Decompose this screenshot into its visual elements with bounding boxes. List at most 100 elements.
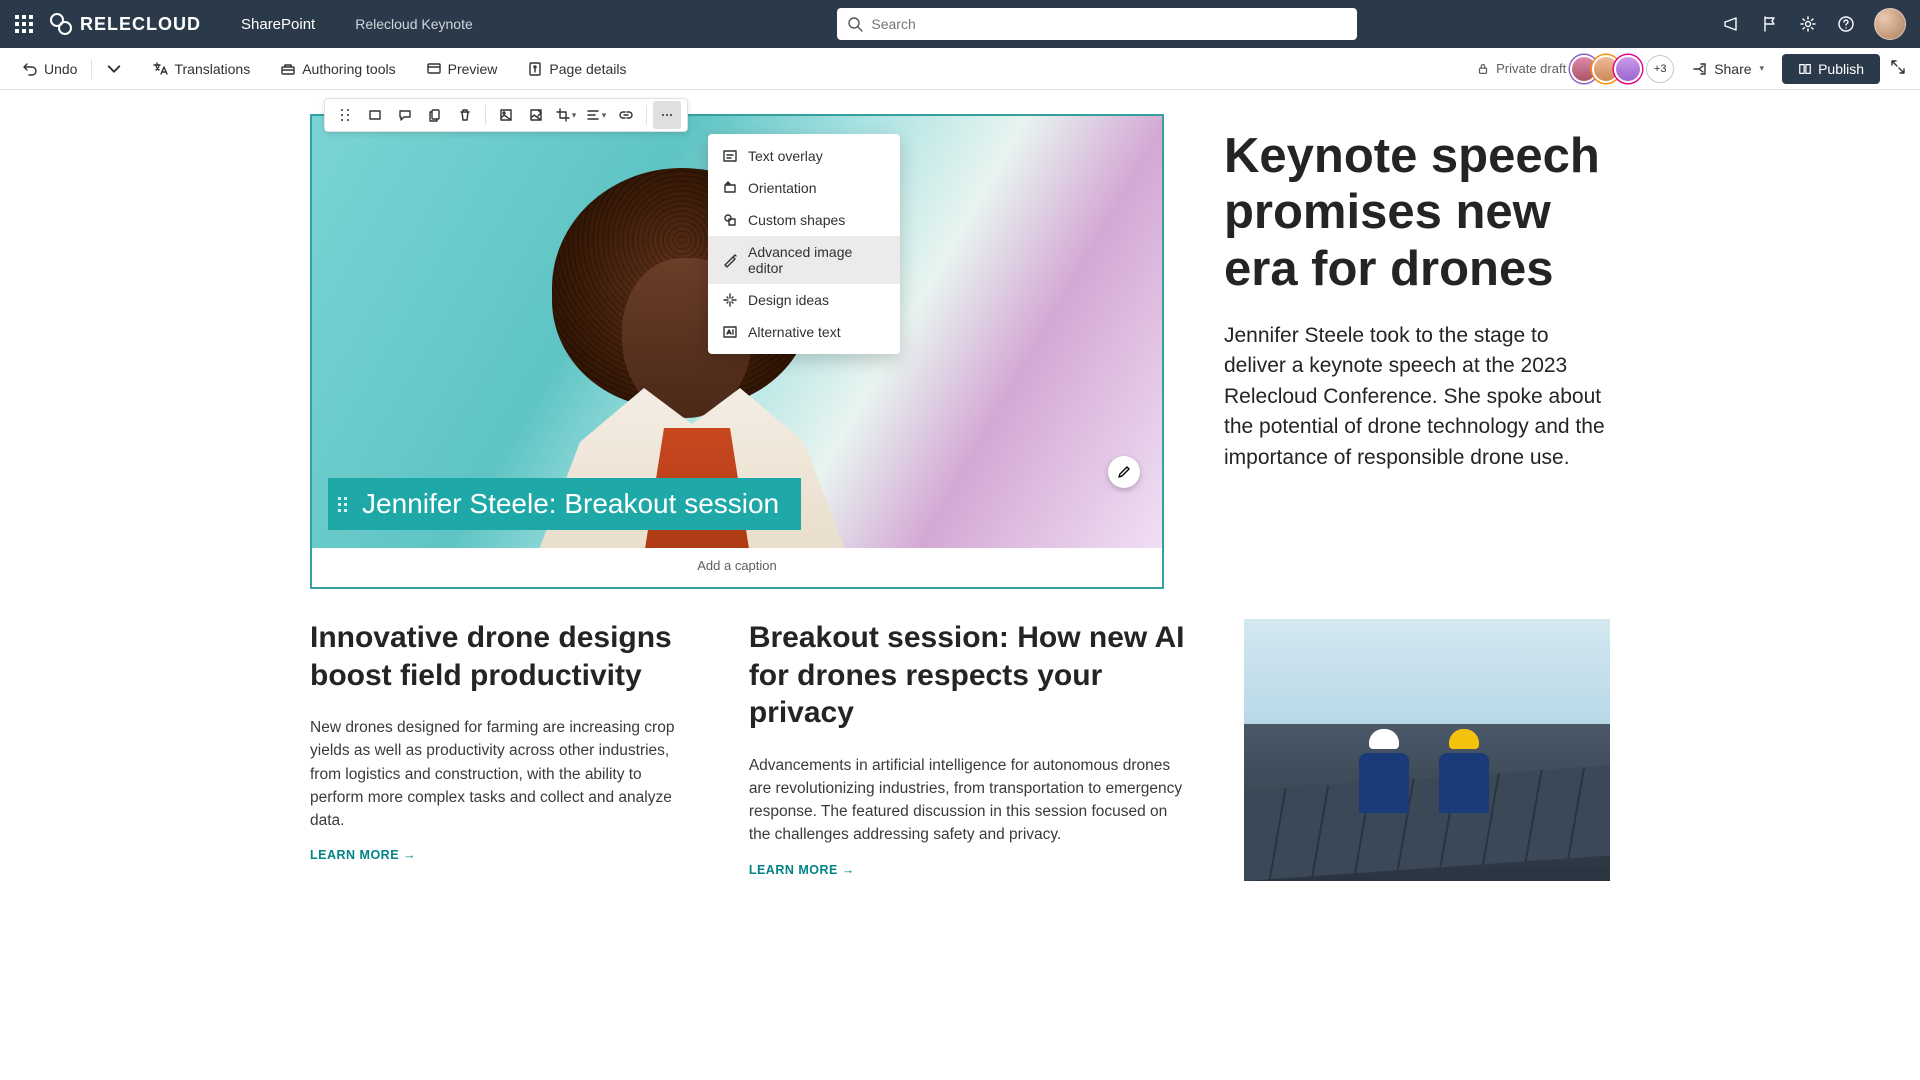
comment-button[interactable] <box>391 101 419 129</box>
image-icon <box>499 108 513 122</box>
menu-label: Custom shapes <box>748 212 845 228</box>
presence-overflow[interactable]: +3 <box>1646 55 1674 83</box>
breadcrumb[interactable]: Relecloud Keynote <box>355 16 473 32</box>
image-toolbar: ▾ ▾ <box>324 98 688 132</box>
alt-text-icon <box>722 324 738 340</box>
translations-button[interactable]: Translations <box>144 57 258 81</box>
publish-icon <box>1798 62 1812 76</box>
align-button[interactable]: ▾ <box>582 101 610 129</box>
search-box[interactable] <box>837 8 1357 40</box>
menu-design-ideas[interactable]: Design ideas <box>708 284 900 316</box>
image-replace-button[interactable] <box>522 101 550 129</box>
authoring-label: Authoring tools <box>302 61 395 77</box>
crop-button[interactable]: ▾ <box>552 101 580 129</box>
rectangle-button[interactable] <box>361 101 389 129</box>
page-details-button[interactable]: Page details <box>519 57 634 81</box>
menu-alt-text[interactable]: Alternative text <box>708 316 900 348</box>
align-icon <box>586 108 600 122</box>
menu-advanced-editor[interactable]: Advanced image editor <box>708 236 900 284</box>
user-avatar[interactable] <box>1874 8 1906 40</box>
brand-text: RELECLOUD <box>80 14 201 35</box>
menu-label: Alternative text <box>748 324 841 340</box>
waffle-icon <box>15 15 33 33</box>
duplicate-icon <box>428 108 442 122</box>
drag-handle[interactable] <box>331 101 359 129</box>
share-button[interactable]: Share ▾ <box>1684 57 1772 81</box>
separator <box>646 105 647 125</box>
menu-custom-shapes[interactable]: Custom shapes <box>708 204 900 236</box>
draft-status: Private draft <box>1476 61 1566 76</box>
side-image[interactable] <box>1244 619 1610 881</box>
text-overlay-icon <box>722 148 738 164</box>
brand-logo[interactable]: RELECLOUD <box>50 13 201 35</box>
trash-icon <box>458 108 472 122</box>
undo-label: Undo <box>44 61 77 77</box>
search-wrap <box>473 8 1722 40</box>
text-overlay[interactable]: Jennifer Steele: Breakout session <box>328 478 801 530</box>
preview-icon <box>426 61 442 77</box>
overlay-grip-icon[interactable] <box>338 497 347 512</box>
presence-avatar-3[interactable] <box>1614 55 1642 83</box>
chevron-down-icon <box>106 61 122 77</box>
col2-learn-more-link[interactable]: LEARN MORE → <box>749 863 1185 877</box>
expand-button[interactable] <box>1890 59 1906 78</box>
product-name[interactable]: SharePoint <box>241 16 315 33</box>
undo-split-chevron[interactable] <box>98 57 130 81</box>
search-icon <box>847 16 863 32</box>
duplicate-button[interactable] <box>421 101 449 129</box>
publish-label: Publish <box>1818 61 1864 77</box>
rectangle-icon <box>368 108 382 122</box>
preview-label: Preview <box>448 61 498 77</box>
link-button[interactable] <box>612 101 640 129</box>
menu-label: Orientation <box>748 180 816 196</box>
image-webpart: ▾ ▾ Text overlay Orientation <box>310 114 1164 589</box>
overlay-text: Jennifer Steele: Breakout session <box>362 488 779 520</box>
app-launcher-icon[interactable] <box>8 8 40 40</box>
megaphone-icon[interactable] <box>1722 14 1742 34</box>
chevron-down-icon: ▾ <box>602 110 607 121</box>
relecloud-icon <box>50 13 72 35</box>
expand-icon <box>1890 59 1906 75</box>
menu-text-overlay[interactable]: Text overlay <box>708 140 900 172</box>
row-2: Innovative drone designs boost field pro… <box>310 619 1610 881</box>
flag-icon[interactable] <box>1760 14 1780 34</box>
col2-title[interactable]: Breakout session: How new AI for drones … <box>749 619 1185 732</box>
share-label: Share <box>1714 61 1751 77</box>
undo-icon <box>22 61 38 77</box>
publish-button[interactable]: Publish <box>1782 54 1880 84</box>
delete-button[interactable] <box>451 101 479 129</box>
crop-icon <box>556 108 570 122</box>
image-frame-selected[interactable]: ▾ ▾ Text overlay Orientation <box>310 114 1164 589</box>
image-add-button[interactable] <box>492 101 520 129</box>
orientation-icon <box>722 180 738 196</box>
col2-body[interactable]: Advancements in artificial intelligence … <box>749 754 1185 847</box>
more-button[interactable] <box>653 101 681 129</box>
article-headline[interactable]: Keynote speech promises new era for dron… <box>1224 128 1610 297</box>
authoring-tools-button[interactable]: Authoring tools <box>272 57 403 81</box>
presence-facepile[interactable]: +3 <box>1576 55 1674 83</box>
help-icon[interactable] <box>1836 14 1856 34</box>
lock-icon <box>1476 62 1490 76</box>
preview-button[interactable]: Preview <box>418 57 506 81</box>
col1-learn-more-link[interactable]: LEARN MORE → <box>310 848 689 862</box>
comment-icon <box>398 108 412 122</box>
sparkle-icon <box>722 292 738 308</box>
headline-block: Keynote speech promises new era for dron… <box>1224 114 1610 589</box>
edit-overlay-button[interactable] <box>1108 456 1140 488</box>
caption-input[interactable]: Add a caption <box>312 548 1162 587</box>
col1-body[interactable]: New drones designed for farming are incr… <box>310 716 689 832</box>
column-1: Innovative drone designs boost field pro… <box>310 619 689 881</box>
search-input[interactable] <box>871 16 1347 32</box>
settings-icon[interactable] <box>1798 14 1818 34</box>
command-bar: Undo Translations Authoring tools Previe… <box>0 48 1920 90</box>
menu-orientation[interactable]: Orientation <box>708 172 900 204</box>
translations-label: Translations <box>174 61 250 77</box>
article-lede[interactable]: Jennifer Steele took to the stage to del… <box>1224 321 1610 473</box>
image-swap-icon <box>529 108 543 122</box>
suite-header: RELECLOUD SharePoint Relecloud Keynote <box>0 0 1920 48</box>
col1-title[interactable]: Innovative drone designs boost field pro… <box>310 619 689 694</box>
undo-button[interactable]: Undo <box>14 57 85 81</box>
divider <box>91 59 92 79</box>
draft-label: Private draft <box>1496 61 1566 76</box>
share-icon <box>1692 61 1708 77</box>
